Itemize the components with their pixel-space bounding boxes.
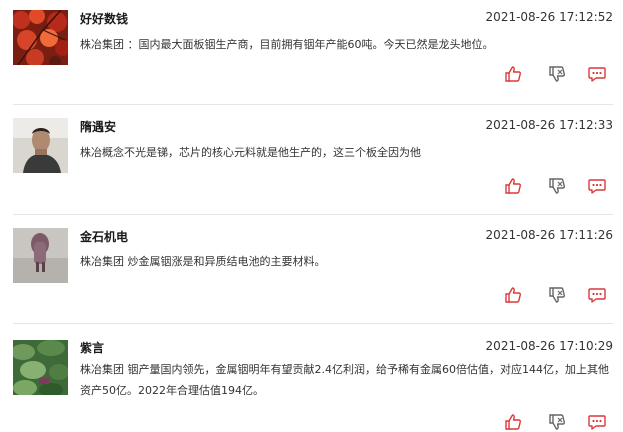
comment-actions [503, 412, 613, 432]
thumbs-down-icon[interactable] [547, 64, 567, 84]
comment-text: 株冶集团 炒金属铟涨是和异质结电池的主要材料。 [80, 255, 326, 268]
comment-item: 好好数钱 2021-08-26 17:12:52 株冶集团 ：国内最大面板铟生产… [0, 0, 623, 104]
thumbs-up-icon[interactable] [503, 285, 523, 305]
comment-icon[interactable] [587, 412, 607, 432]
comment-text: 株冶概念不光是锑，芯片的核心元料就是他生产的，这三个板全因为他 [80, 146, 421, 159]
username[interactable]: 好好数钱 [80, 10, 128, 27]
thumbs-up-icon[interactable] [503, 64, 523, 84]
thumbs-up-icon[interactable] [503, 176, 523, 196]
timestamp: 2021-08-26 17:10:29 [485, 339, 613, 353]
comment-actions [503, 285, 613, 305]
timestamp: 2021-08-26 17:12:52 [485, 10, 613, 24]
timestamp: 2021-08-26 17:11:26 [485, 228, 613, 242]
username[interactable]: 紫言 [80, 339, 104, 356]
comment-text: 株冶集团 铟产量国内领先，金属铟明年有望贡献2.4亿利润，给予稀有金属60倍估值… [80, 363, 609, 397]
avatar[interactable] [13, 228, 68, 283]
thumbs-down-icon[interactable] [547, 176, 567, 196]
thumbs-down-icon[interactable] [547, 412, 567, 432]
timestamp: 2021-08-26 17:12:33 [485, 118, 613, 132]
comment-text: 株冶集团 ：国内最大面板铟生产商，目前拥有铟年产能60吨。今天已然是龙头地位。 [80, 38, 494, 51]
comment-actions [503, 64, 613, 84]
comment-actions [503, 176, 613, 196]
comment-icon[interactable] [587, 285, 607, 305]
username[interactable]: 金石机电 [80, 228, 128, 245]
thumbs-up-icon[interactable] [503, 412, 523, 432]
avatar[interactable] [13, 340, 68, 395]
comment-icon[interactable] [587, 176, 607, 196]
thumbs-down-icon[interactable] [547, 285, 567, 305]
comment-icon[interactable] [587, 64, 607, 84]
comment-item: 隋遇安 2021-08-26 17:12:33 株冶概念不光是锑，芯片的核心元料… [0, 105, 623, 214]
avatar[interactable] [13, 118, 68, 173]
comment-item: 紫言 2021-08-26 17:10:29 株冶集团 铟产量国内领先，金属铟明… [0, 324, 623, 430]
comment-item: 金石机电 2021-08-26 17:11:26 株冶集团 炒金属铟涨是和异质结… [0, 215, 623, 323]
avatar[interactable] [13, 10, 68, 65]
username[interactable]: 隋遇安 [80, 118, 116, 135]
